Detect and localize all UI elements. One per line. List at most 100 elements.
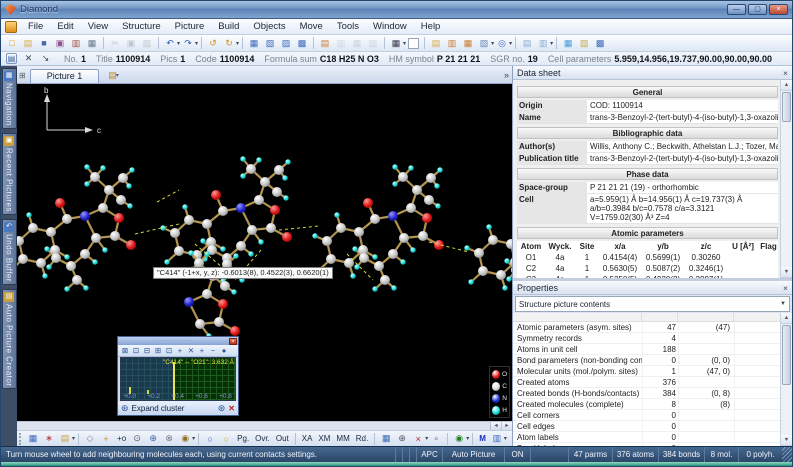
import-file-icon[interactable]: ▣ [53,36,67,50]
picture-template-icon[interactable]: ▤ [58,432,72,446]
delete-mode-icon[interactable]: × [411,432,425,446]
menu-file[interactable]: File [21,20,50,33]
tab-overflow-chevron[interactable]: » [504,70,509,80]
zoom-out[interactable]: Out [274,434,291,443]
bond-tool-icon[interactable]: ∘ [429,432,443,446]
sidebar-tab-undo-buffer[interactable]: ↶Undo Buffer [2,219,17,285]
minimize-button[interactable]: — [727,4,746,15]
expand-cluster-window[interactable]: ············· × ⊠⊡⊟⊞⊡+✕+−● "C414" -- "O2… [117,336,239,416]
mini-window-close-icon[interactable]: × [229,338,237,345]
molecule-rendering[interactable]: bc [17,84,512,421]
scroll-up-icon[interactable]: ▲ [781,313,792,324]
open-icon[interactable]: ▤ [21,36,35,50]
rotate-about-axes[interactable]: XA [300,434,315,443]
scrollbar-thumb[interactable] [782,92,791,122]
properties-scrollbar[interactable]: ▲ ▼ [780,313,792,446]
scroll-right-icon[interactable]: ► [501,422,512,430]
break-contacts-icon[interactable]: ⊠ [120,346,130,356]
copy-icon[interactable]: ▣ [124,36,138,50]
add-neighbours-icon[interactable]: + [175,346,185,356]
dropdown-caret-icon[interactable]: ▾ [195,40,198,47]
new-picture-icon[interactable]: ▤ [429,36,443,50]
picture-log-icon[interactable]: ▥ [490,432,504,446]
menu-move[interactable]: Move [293,20,330,33]
arrange-pictures-icon[interactable]: ▧ [366,36,380,50]
update-globe-icon[interactable]: ● [219,346,229,356]
complete-molecules-icon[interactable]: ⊡ [131,346,141,356]
redo-icon[interactable]: ↷ [181,36,195,50]
delete-contacts-icon[interactable]: ✕ [186,346,196,356]
new-picture-button[interactable]: ▤▾ [105,70,122,81]
pan-circle-icon[interactable]: ○ [219,432,233,446]
new-structure-picture-icon[interactable]: ▦ [247,36,261,50]
scroll-left-icon[interactable]: ◄ [490,422,501,430]
dropdown-caret-icon[interactable]: ▾ [491,40,494,47]
paste-icon[interactable]: ▨ [140,36,154,50]
rotate-molecule-mode[interactable]: MM [334,434,351,443]
menu-view[interactable]: View [81,20,115,33]
menu-picture[interactable]: Picture [168,20,212,33]
view-pane-bottom-icon[interactable]: ▥ [536,36,550,50]
scene-settings-icon[interactable]: ▩ [593,36,607,50]
rotate-continuous[interactable]: Rd. [354,434,370,443]
dropdown-caret-icon[interactable]: ▾ [236,40,239,47]
dropdown-caret-icon[interactable]: ▾ [466,435,469,442]
menu-build[interactable]: Build [211,20,246,33]
increase-radius-icon[interactable]: + [197,346,207,356]
menu-help[interactable]: Help [414,20,448,33]
measure-mode[interactable]: M [477,434,488,443]
new-document-icon[interactable]: □ [5,36,19,50]
data-brief-icon[interactable]: ▤ [6,53,17,64]
add-contacts[interactable]: +o [115,434,128,443]
dropdown-caret-icon[interactable]: ▾ [504,435,507,442]
pointer-mode-icon[interactable]: ◎ [495,36,509,50]
expand-cluster-icon[interactable]: ⊞ [153,346,163,356]
tab-picture-1[interactable]: Picture 1 [30,69,100,83]
history-forward-icon[interactable]: ↻ [222,36,236,50]
structure-canvas[interactable]: bc "C414" (-1+x, y, z): -0.6013(8), 0.45… [17,84,512,421]
scroll-down-icon[interactable]: ▼ [781,435,792,446]
properties-close-icon[interactable]: × [783,283,788,293]
scroll-up-icon[interactable]: ▲ [781,80,792,91]
goto-dataset-icon[interactable]: ↘ [40,53,51,64]
picture-layout-icon[interactable]: ▩ [295,36,309,50]
cut-icon[interactable]: ✂ [108,36,122,50]
pane-layout-icon[interactable]: ⊞ [19,71,26,80]
toolbar-grip[interactable] [19,433,22,445]
menu-tools[interactable]: Tools [330,20,366,33]
close-dataset-icon[interactable]: ✕ [23,53,34,64]
settings-gear-icon[interactable]: ⊛ [121,403,129,414]
export-file-icon[interactable]: ▥ [69,36,83,50]
resize-grip[interactable] [782,447,792,462]
duplicate-picture-icon[interactable]: ▦ [350,36,364,50]
mini-window-titlebar[interactable]: ············· × [118,337,238,345]
sidebar-tab-navigation[interactable]: ▦Navigation [2,68,17,129]
print-icon[interactable]: ▦ [85,36,99,50]
render-mode-icon[interactable]: ▦ [561,36,575,50]
data-sheet-scrollbar[interactable]: ▲ ▼ [780,80,792,278]
sidebar-tab-auto-picture-creator[interactable]: ▤Auto Picture Creator [2,289,17,389]
decrease-radius-icon[interactable]: − [208,346,218,356]
close-button[interactable]: × [769,4,788,15]
cell-window-icon[interactable]: ▦ [379,432,393,446]
dropdown-caret-icon[interactable]: ▾ [509,40,512,47]
menu-objects[interactable]: Objects [246,20,292,33]
fill-unit-cell-icon[interactable]: ⊗ [162,432,176,446]
rotate-about-molecule[interactable]: XM [316,434,332,443]
atomic-table-row[interactable]: C24a10.5630(5)0.5087(2)0.3246(1) [517,263,778,274]
overview-zoom[interactable]: Ovr. [253,434,272,443]
grow-molecules-icon[interactable]: ⊕ [146,432,160,446]
undo-icon[interactable]: ↶ [163,36,177,50]
dropdown-caret-icon[interactable]: ▾ [403,40,406,47]
dropdown-caret-icon[interactable]: ▾ [425,435,428,442]
maximize-button[interactable]: ▢ [748,4,767,15]
picture-from-template-icon[interactable]: ▧ [263,36,277,50]
previous-picture-icon[interactable]: ▥ [445,36,459,50]
view-pane-left-icon[interactable]: ▤ [520,36,534,50]
destroy-mode-icon[interactable]: ◇ [83,432,97,446]
history-back-icon[interactable]: ↺ [206,36,220,50]
stop-icon[interactable]: ✕ [228,404,235,413]
add-atoms-icon[interactable]: + [99,432,113,446]
structure-table-icon[interactable]: ▦ [26,432,40,446]
data-sheet-close-icon[interactable]: × [783,68,788,78]
